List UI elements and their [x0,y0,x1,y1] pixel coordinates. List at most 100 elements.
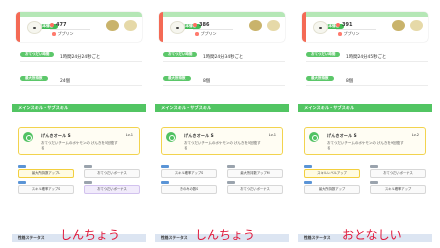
main-skill-card[interactable]: げんきオール S Lv.1 おてつだいチームのポケモンの げんきを5回復する [18,127,140,155]
hp-number: 477 [56,22,67,28]
row-divider [20,85,142,86]
card-header: 基本情報 [306,12,428,29]
sub-skill-card[interactable]: スキル確率アップS [18,185,74,194]
row-divider [163,85,285,86]
ingredient-icon [249,20,262,31]
pokemon-summary-card: 基本情報 391 ププリン [302,12,428,42]
sub-skill-level-chip [370,165,378,168]
main-skill-level: Lv.1 [268,133,276,137]
help-time-value: 1時間24分34秒ごと [203,55,244,60]
sub-skill-level-chip [18,165,26,168]
sub-skill-card[interactable]: おてつだいボーナス [370,169,426,178]
pokemon-summary-card: 基本情報 477 ププリン [16,12,142,42]
sub-skill-card[interactable]: おてつだいボーナス [84,185,140,194]
main-skill-level: Lv.2 [411,133,419,137]
skill-icon [23,132,33,142]
sub-skill-level-chip [84,165,92,168]
main-skill-name: げんきオール S [41,133,71,138]
sub-skill-level-chip [227,181,235,184]
ingredient-icon [106,20,119,31]
sub-skill-card[interactable]: おてつだいボーナス [227,185,283,194]
hp-icon [193,22,197,27]
hp-icon [336,22,340,27]
pokemon-summary-card: 基本情報 386 ププリン [159,12,285,42]
sub-skill-card[interactable]: 最大所持数アップL [18,169,74,178]
pokemon-name-text: ププリン [343,31,360,36]
main-skill-description: おてつだいチームのポケモンの げんきを9回復する [327,141,404,150]
main-skill-name: げんきオール S [327,133,357,138]
sub-skill-card[interactable]: スキル確率アップ [370,185,426,194]
hp-icon [50,22,54,27]
sub-skill-card[interactable]: スキルレベルアップ [304,169,360,178]
hp-number: 386 [199,22,210,28]
help-time-label: おてつだい時間 [20,52,55,57]
max-carry-label: 最大所持数 [163,76,191,81]
hp-divider [336,28,376,30]
main-skill-name: げんきオール S [184,133,214,138]
hp-value: 386 [193,22,209,28]
hp-value: 391 [336,22,352,28]
ingredient-icon [410,20,423,31]
ingredient-icon [392,20,405,31]
pokemon-name-text: ププリン [200,31,217,36]
help-time-value: 1時間24分45秒ごと [346,55,387,60]
pokemon-detail-panel-3: 基本情報 391 ププリン おてつだい時間 1時間24分45秒ごと 最大所持数 … [298,6,432,246]
hp-divider [50,28,90,30]
card-header: 基本情報 [163,12,285,29]
card-header: 基本情報 [20,12,142,29]
skill-icon [309,132,319,142]
sub-skill-level-chip [161,181,169,184]
ingredient-icon [267,20,280,31]
help-time-label: おてつだい時間 [163,52,198,57]
row-divider [306,61,428,62]
main-skill-description: おてつだいチームのポケモンの げんきを5回復する [184,141,261,150]
row-divider [306,85,428,86]
row-divider [20,61,142,62]
owner-icon [52,32,56,36]
hp-value: 477 [50,22,66,28]
hp-number: 391 [342,22,353,28]
sub-skill-level-chip [370,181,378,184]
main-skill-level: Lv.1 [125,133,133,137]
skill-section-header: メインスキル・サブスキル [12,104,146,112]
nature-caption: しんちょう [195,228,256,242]
help-time-value: 1時間24分24秒ごと [60,55,101,60]
sub-skill-card[interactable]: おてつだいボーナス [84,169,140,178]
nature-caption: おとなしい [342,228,402,242]
ingredient-icon [124,20,137,31]
pokemon-sprite [27,21,42,34]
max-carry-value: 8個 [346,79,354,84]
owner-icon [195,32,199,36]
max-carry-label: 最大所持数 [20,76,48,81]
row-divider [163,61,285,62]
skill-section-header: メインスキル・サブスキル [155,104,289,112]
sub-skill-card[interactable]: スキル確率アップS [161,169,217,178]
help-time-label: おてつだい時間 [306,52,341,57]
pokemon-name-text: ププリン [57,31,74,36]
max-carry-label: 最大所持数 [306,76,334,81]
owner-icon [338,32,342,36]
sub-skill-level-chip [304,165,312,168]
pokemon-sprite [170,21,185,34]
sub-skill-card[interactable]: 最大所持数アップM [227,169,283,178]
pokemon-detail-panel-2: 基本情報 386 ププリン おてつだい時間 1時間24分34秒ごと 最大所持数 … [155,6,289,246]
sub-skill-level-chip [18,181,26,184]
sub-skill-card[interactable]: 最大所持数アップ [304,185,360,194]
skill-icon [166,132,176,142]
pokemon-name: ププリン [52,31,74,37]
pokemon-name: ププリン [195,31,217,37]
hp-divider [193,28,233,30]
main-skill-description: おてつだいチームのポケモンの げんきを5回復する [41,141,118,150]
sub-skill-level-chip [84,181,92,184]
sub-skill-card[interactable]: きのみの数S [161,185,217,194]
sub-skill-level-chip [304,181,312,184]
max-carry-value: 24個 [60,79,70,84]
main-skill-card[interactable]: げんきオール S Lv.2 おてつだいチームのポケモンの げんきを9回復する [304,127,426,155]
pokemon-sprite [313,21,328,34]
max-carry-value: 8個 [203,79,211,84]
sub-skill-level-chip [161,165,169,168]
pokemon-detail-panel-1: 基本情報 477 ププリン おてつだい時間 1時間24分24秒ごと 最大所持数 … [12,6,146,246]
main-skill-card[interactable]: げんきオール S Lv.1 おてつだいチームのポケモンの げんきを5回復する [161,127,283,155]
sub-skill-level-chip [227,165,235,168]
nature-caption: しんちょう [60,228,121,242]
